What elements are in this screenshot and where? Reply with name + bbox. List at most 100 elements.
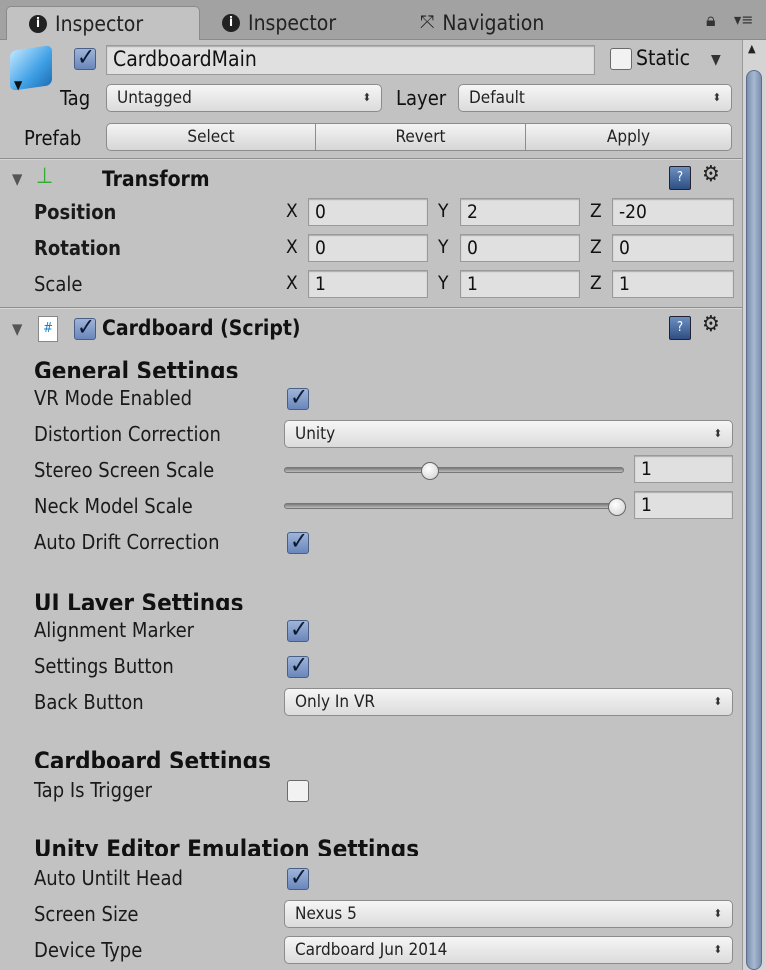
screen-size-dropdown[interactable]: Nexus 5 ⬍ bbox=[284, 900, 733, 928]
divider bbox=[0, 158, 742, 160]
screen-size-value: Nexus 5 bbox=[295, 904, 357, 924]
auto-untilt-checkbox[interactable] bbox=[287, 863, 309, 891]
transform-position-x-field[interactable]: 0 bbox=[308, 198, 428, 226]
auto-drift-checkbox[interactable] bbox=[287, 527, 309, 555]
stereo-scale-slider[interactable] bbox=[284, 467, 624, 473]
updown-arrow-icon: ⬍ bbox=[712, 91, 721, 104]
layer-dropdown[interactable]: Default ⬍ bbox=[458, 84, 732, 112]
script-title: Cardboard (Script) bbox=[102, 316, 301, 340]
tag-value: Untagged bbox=[117, 88, 192, 108]
object-name-field[interactable]: CardboardMain bbox=[106, 45, 595, 75]
device-type-dropdown[interactable]: Cardboard Jun 2014 ⬍ bbox=[284, 936, 733, 964]
prefab-label: Prefab bbox=[24, 126, 82, 150]
tap-trigger-label: Tap Is Trigger bbox=[34, 778, 152, 802]
back-button-dropdown[interactable]: Only In VR ⬍ bbox=[284, 688, 733, 716]
tag-dropdown[interactable]: Untagged ⬍ bbox=[106, 84, 382, 112]
back-button-value: Only In VR bbox=[295, 692, 376, 712]
distortion-dropdown[interactable]: Unity ⬍ bbox=[284, 420, 733, 448]
static-checkbox[interactable] bbox=[610, 48, 632, 70]
settings-button-label: Settings Button bbox=[34, 654, 174, 678]
stereo-scale-slider-thumb[interactable] bbox=[421, 462, 440, 480]
transform-row-label: Position bbox=[34, 200, 117, 224]
layer-value: Default bbox=[469, 88, 525, 108]
neck-scale-slider[interactable] bbox=[284, 503, 624, 509]
navigation-icon: ⤧ bbox=[420, 12, 435, 33]
neck-scale-field[interactable]: 1 bbox=[634, 491, 733, 519]
updown-arrow-icon: ⬍ bbox=[713, 427, 722, 440]
transform-axes-icon: ⊥ bbox=[36, 164, 54, 189]
transform-rotation-x-field[interactable]: 0 bbox=[308, 234, 428, 262]
info-icon: i bbox=[222, 14, 240, 32]
alignment-marker-checkbox[interactable] bbox=[287, 615, 309, 643]
scroll-up-icon[interactable]: ▲ bbox=[748, 42, 756, 55]
axis-label-z: Z bbox=[590, 236, 602, 258]
tab-label: Navigation bbox=[442, 11, 545, 35]
lock-icon[interactable]: 🔒︎ bbox=[706, 10, 716, 31]
axis-label-z: Z bbox=[590, 200, 602, 222]
updown-arrow-icon: ⬍ bbox=[713, 695, 722, 708]
axis-label-x: X bbox=[286, 236, 298, 258]
device-type-label: Device Type bbox=[34, 938, 143, 962]
script-enabled-checkbox[interactable] bbox=[74, 313, 96, 341]
vr-mode-label: VR Mode Enabled bbox=[34, 386, 192, 410]
stereo-scale-field[interactable]: 1 bbox=[634, 455, 733, 483]
distortion-value: Unity bbox=[295, 424, 336, 444]
vr-mode-checkbox[interactable] bbox=[287, 383, 309, 411]
help-book-icon[interactable]: ? bbox=[669, 166, 691, 190]
transform-position-y-field[interactable]: 2 bbox=[460, 198, 580, 226]
foldout-arrow-icon[interactable]: ▼ bbox=[12, 170, 22, 188]
updown-arrow-icon: ⬍ bbox=[713, 907, 722, 920]
updown-arrow-icon: ⬍ bbox=[362, 91, 371, 104]
help-book-icon[interactable]: ? bbox=[669, 316, 691, 340]
axis-label-x: X bbox=[286, 272, 298, 294]
axis-label-y: Y bbox=[438, 236, 449, 258]
divider bbox=[0, 307, 742, 309]
icon-dropdown-icon[interactable]: ▼ bbox=[14, 78, 22, 92]
prefab-select-button[interactable]: Select bbox=[106, 123, 316, 151]
tab-inspector-active[interactable]: i Inspector bbox=[6, 6, 200, 40]
tab-bar: i Inspector i Inspector ⤧ Navigation 🔒︎ ▾≡ bbox=[0, 0, 766, 40]
tab-inspector[interactable]: i Inspector bbox=[200, 6, 400, 40]
gear-icon[interactable]: ⚙ bbox=[702, 312, 720, 337]
stereo-scale-label: Stereo Screen Scale bbox=[34, 458, 215, 482]
axis-label-z: Z bbox=[590, 272, 602, 294]
info-icon: i bbox=[29, 14, 47, 33]
tag-label: Tag bbox=[60, 86, 91, 110]
transform-row-label: Scale bbox=[34, 272, 83, 296]
emulation-settings-header: Unity Editor Emulation Settings bbox=[34, 835, 420, 856]
static-dropdown-icon[interactable]: ▼ bbox=[711, 52, 721, 68]
general-settings-header: General Settings bbox=[34, 357, 239, 378]
transform-scale-y-field[interactable]: 1 bbox=[460, 270, 580, 298]
ui-layer-settings-header: UI Layer Settings bbox=[34, 589, 244, 610]
tab-label: Inspector bbox=[55, 11, 144, 36]
back-button-label: Back Button bbox=[34, 690, 144, 714]
tap-trigger-checkbox[interactable] bbox=[287, 780, 309, 802]
csharp-script-icon: # bbox=[38, 316, 58, 342]
axis-label-y: Y bbox=[438, 200, 449, 222]
transform-scale-z-field[interactable]: 1 bbox=[612, 270, 734, 298]
active-checkbox[interactable] bbox=[74, 43, 96, 71]
distortion-label: Distortion Correction bbox=[34, 422, 221, 446]
settings-button-checkbox[interactable] bbox=[287, 651, 309, 679]
updown-arrow-icon: ⬍ bbox=[713, 943, 722, 956]
screen-size-label: Screen Size bbox=[34, 902, 139, 926]
neck-scale-label: Neck Model Scale bbox=[34, 494, 193, 518]
scrollbar-thumb[interactable] bbox=[746, 70, 762, 970]
tab-navigation[interactable]: ⤧ Navigation bbox=[398, 6, 598, 40]
transform-scale-x-field[interactable]: 1 bbox=[308, 270, 428, 298]
transform-position-z-field[interactable]: -20 bbox=[612, 198, 734, 226]
gear-icon[interactable]: ⚙ bbox=[702, 162, 720, 187]
transform-title: Transform bbox=[102, 167, 210, 191]
transform-rotation-y-field[interactable]: 0 bbox=[460, 234, 580, 262]
axis-label-y: Y bbox=[438, 272, 449, 294]
prefab-revert-button[interactable]: Revert bbox=[315, 123, 526, 151]
auto-untilt-label: Auto Untilt Head bbox=[34, 866, 183, 890]
tab-label: Inspector bbox=[248, 11, 337, 35]
cardboard-settings-header: Cardboard Settings bbox=[34, 747, 271, 768]
menu-icon[interactable]: ▾≡ bbox=[734, 10, 753, 29]
foldout-arrow-icon[interactable]: ▼ bbox=[12, 320, 22, 338]
transform-rotation-z-field[interactable]: 0 bbox=[612, 234, 734, 262]
neck-scale-slider-thumb[interactable] bbox=[608, 498, 627, 516]
auto-drift-label: Auto Drift Correction bbox=[34, 530, 220, 554]
prefab-apply-button[interactable]: Apply bbox=[525, 123, 732, 151]
